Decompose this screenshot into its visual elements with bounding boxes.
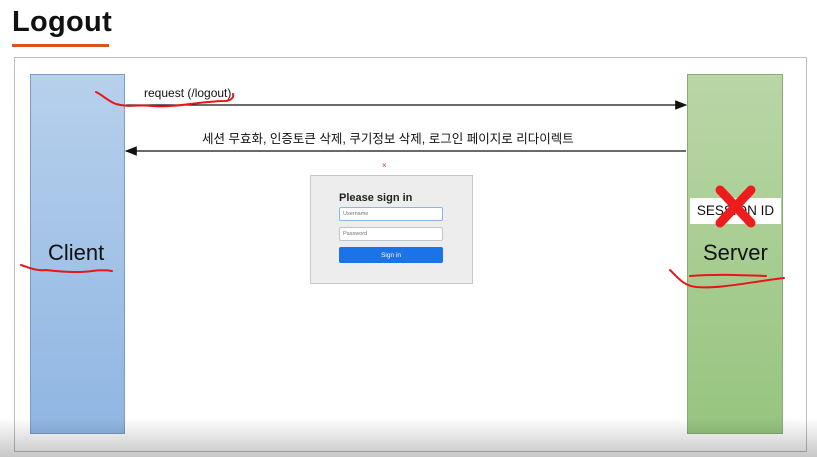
title-underline <box>12 44 109 47</box>
password-input[interactable] <box>339 227 443 241</box>
signin-heading: Please sign in <box>339 192 413 204</box>
signin-form: Please sign in Sign in <box>310 175 473 284</box>
server-label: Server <box>703 240 768 265</box>
client-label: Client <box>48 240 105 265</box>
signin-button[interactable]: Sign in <box>339 247 443 263</box>
page-title: Logout <box>12 6 113 38</box>
username-input[interactable] <box>339 207 443 221</box>
bottom-shade <box>0 418 817 457</box>
signin-close-marker: × <box>382 161 387 170</box>
request-label: request (/logout) <box>144 86 232 100</box>
session-id-box: SESSION ID <box>690 198 781 224</box>
response-label: 세션 무효화, 인증토큰 삭제, 쿠기정보 삭제, 로그인 페이지로 리다이렉트 <box>202 132 574 146</box>
